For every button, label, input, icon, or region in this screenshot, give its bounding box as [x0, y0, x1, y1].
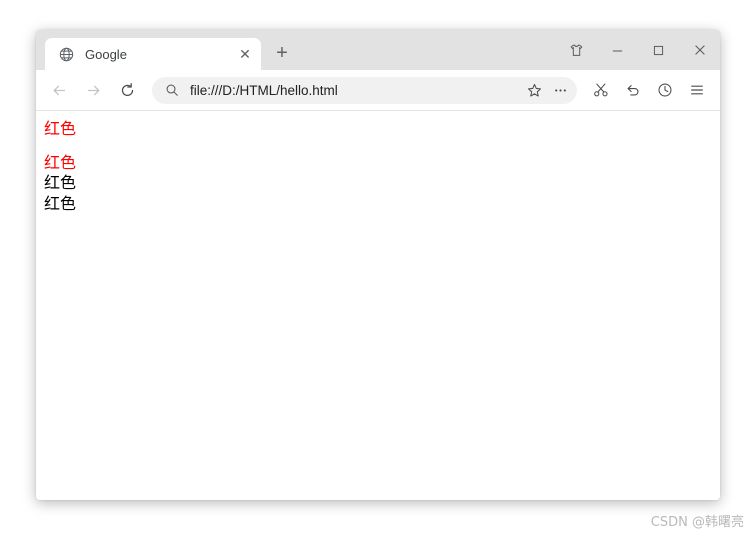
new-tab-button[interactable]: +	[267, 38, 297, 68]
address-bar[interactable]: file:///D:/HTML/hello.html	[152, 76, 577, 104]
globe-icon	[58, 46, 75, 63]
window-controls	[556, 30, 720, 70]
browser-toolbar: file:///D:/HTML/hello.html	[36, 70, 720, 111]
close-button[interactable]	[679, 30, 720, 70]
undo-icon[interactable]	[619, 76, 647, 104]
page-viewport: 红色 红色 红色 红色	[36, 111, 720, 500]
inline-line-1: 红色	[44, 173, 77, 192]
inline-text-block: 红色 红色	[44, 172, 712, 214]
menu-icon[interactable]	[683, 76, 711, 104]
search-icon	[165, 83, 179, 97]
back-button[interactable]	[44, 75, 74, 105]
paragraph-red-2: 红色	[44, 153, 77, 172]
forward-button[interactable]	[78, 75, 108, 105]
tab-close-icon[interactable]: ✕	[232, 41, 258, 67]
browser-window: Google ✕ + file:///D:/HTML/hello.html 红色…	[36, 30, 720, 500]
address-bar-url[interactable]: file:///D:/HTML/hello.html	[190, 83, 521, 98]
clip-icon[interactable]	[587, 76, 615, 104]
title-bar: Google ✕ +	[36, 30, 720, 70]
ellipsis-icon[interactable]	[547, 77, 573, 103]
inline-line-2: 红色	[44, 194, 77, 213]
screen: Google ✕ + file:///D:/HTML/hello.html 红色…	[0, 0, 754, 536]
tab-title: Google	[85, 46, 127, 62]
reload-button[interactable]	[112, 75, 142, 105]
page-content: 红色 红色 红色 红色	[36, 111, 720, 222]
paragraph-red-1: 红色	[44, 119, 77, 138]
history-icon[interactable]	[651, 76, 679, 104]
star-icon[interactable]	[521, 77, 547, 103]
maximize-button[interactable]	[638, 30, 679, 70]
browser-tab-google[interactable]: Google ✕	[45, 38, 261, 70]
watermark: CSDN @韩曙亮	[650, 515, 744, 530]
theme-shirt-icon[interactable]	[556, 30, 597, 70]
minimize-button[interactable]	[597, 30, 638, 70]
